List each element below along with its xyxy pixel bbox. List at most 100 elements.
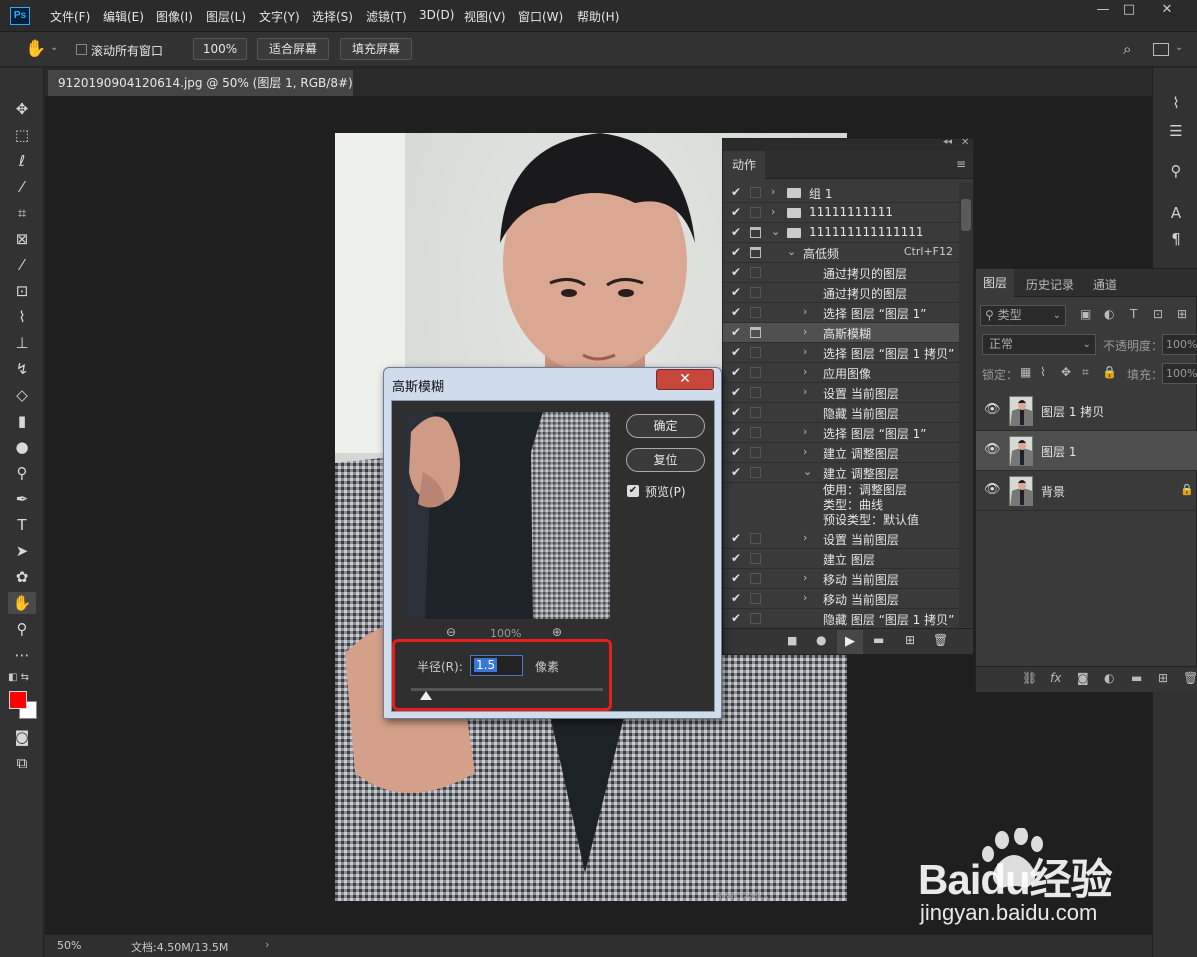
expand-toggle-icon[interactable]: › (771, 205, 775, 218)
check-icon[interactable]: ✔ (731, 285, 743, 299)
fit-screen-button[interactable]: 适合屏幕 (257, 38, 329, 60)
workspace-chevron-icon[interactable]: ⌄ (1175, 42, 1183, 53)
zoom-100-button[interactable]: 100% (193, 38, 247, 60)
lock-pixels-icon[interactable]: ⌇ (1040, 365, 1046, 379)
filter-shape-icon[interactable]: ⊡ (1153, 307, 1163, 321)
action-row[interactable]: ✔ › 高斯模糊 (723, 323, 959, 343)
menu-file[interactable]: 文件(F) (50, 8, 90, 25)
crop-tool-icon[interactable]: ⌗ (8, 202, 36, 224)
visibility-eye-icon[interactable]: 👁 (984, 482, 1001, 497)
gradient-tool-icon[interactable]: ▮ (8, 410, 36, 432)
clone-stamp-icon[interactable]: ⊥ (8, 332, 36, 354)
zoom-in-icon[interactable]: ⊕ (552, 625, 562, 639)
check-icon[interactable]: ✔ (731, 385, 743, 399)
reset-button[interactable]: 复位 (626, 448, 705, 472)
zoom-tool-icon[interactable]: ⚲ (8, 618, 36, 640)
menu-window[interactable]: 窗口(W) (518, 8, 563, 25)
check-icon[interactable]: ✔ (731, 205, 743, 219)
dialog-toggle-box[interactable] (750, 187, 761, 198)
menu-help[interactable]: 帮助(H) (577, 8, 619, 25)
action-row[interactable]: ✔ › 移动 当前图层 (723, 569, 959, 589)
dialog-toggle-box[interactable] (750, 447, 761, 458)
hand-tool-icon[interactable]: ✋ (8, 592, 36, 614)
visibility-eye-icon[interactable]: 👁 (984, 402, 1001, 417)
new-layer-icon[interactable]: ⊞ (1158, 671, 1168, 685)
dialog-toggle-box[interactable] (750, 387, 761, 398)
restore-button[interactable]: □ (1114, 2, 1144, 22)
dialog-toggle-box[interactable] (750, 367, 761, 378)
adjustments-icon[interactable]: ☰ (1164, 120, 1188, 142)
screen-mode-icon[interactable]: ⧉ (8, 752, 36, 774)
layer-name[interactable]: 图层 1 (1041, 443, 1076, 460)
fx-icon[interactable]: fx (1050, 671, 1061, 685)
play-icon[interactable]: ▶ (837, 630, 863, 654)
search-icon[interactable]: ⌕ (1123, 40, 1131, 58)
lock-position-icon[interactable]: ✥ (1061, 365, 1071, 379)
preview-checkbox[interactable]: ✔ (627, 485, 639, 497)
dialog-toggle-box[interactable] (750, 533, 761, 544)
expand-toggle-icon[interactable]: › (803, 445, 807, 458)
layer-name[interactable]: 背景 (1041, 483, 1065, 500)
menu-view[interactable]: 视图(V) (464, 8, 506, 25)
delete-layer-icon[interactable]: 🗑 (1183, 671, 1197, 685)
dialog-toggle-box[interactable] (750, 467, 761, 478)
scroll-all-checkbox[interactable] (76, 44, 87, 55)
close-window-button[interactable]: ✕ (1152, 2, 1182, 22)
tab-channels[interactable]: 通道 (1093, 276, 1117, 293)
workspace-icon[interactable] (1153, 43, 1169, 56)
expand-toggle-icon[interactable]: ⌄ (787, 245, 796, 258)
dialog-toggle-box[interactable] (750, 553, 761, 564)
action-row[interactable]: ✔ › 选择 图层 “图层 1” (723, 303, 959, 323)
dialog-toggle-box[interactable] (750, 427, 761, 438)
link-layers-icon[interactable]: ⛓ (1022, 671, 1037, 685)
dialog-toggle-box[interactable] (750, 347, 761, 358)
new-action-icon[interactable]: ⊞ (905, 633, 915, 647)
check-icon[interactable]: ✔ (731, 225, 743, 239)
blend-mode-select[interactable]: 正常 ⌄ (982, 334, 1096, 355)
check-icon[interactable]: ✔ (731, 611, 743, 625)
shape-tool-icon[interactable]: ✿ (8, 566, 36, 588)
new-set-icon[interactable]: ▬ (873, 633, 884, 647)
check-icon[interactable]: ✔ (731, 365, 743, 379)
foreground-color-swatch[interactable] (9, 691, 27, 709)
action-row[interactable]: ✔ › 选择 图层 “图层 1 拷贝” (723, 343, 959, 363)
expand-toggle-icon[interactable]: › (803, 425, 807, 438)
hand-tool-icon[interactable]: ✋ (25, 39, 46, 59)
filter-smart-object-icon[interactable]: ⊞ (1177, 307, 1187, 321)
lock-all-icon[interactable]: 🔒 (1102, 365, 1117, 379)
frame-tool-icon[interactable]: ⊠ (8, 228, 36, 250)
layer-row[interactable]: 👁 图层 1 (976, 431, 1197, 471)
new-group-icon[interactable]: ▬ (1131, 671, 1142, 685)
fill-screen-button[interactable]: 填充屏幕 (340, 38, 412, 60)
menu-3d[interactable]: 3D(D) (419, 8, 454, 22)
expand-toggle-icon[interactable]: › (803, 325, 807, 338)
close-panel-icon[interactable]: ✕ (961, 137, 969, 148)
dodge-tool-icon[interactable]: ⚲ (8, 462, 36, 484)
check-icon[interactable]: ✔ (731, 465, 743, 479)
check-icon[interactable]: ✔ (731, 405, 743, 419)
filter-adjustment-icon[interactable]: ◐ (1104, 307, 1114, 321)
expand-toggle-icon[interactable]: › (803, 365, 807, 378)
zoom-out-icon[interactable]: ⊖ (446, 625, 456, 639)
check-icon[interactable]: ✔ (731, 245, 743, 259)
panel-menu-icon[interactable]: ≡ (956, 157, 966, 171)
quick-mask-icon[interactable]: ◙ (8, 726, 36, 748)
action-row[interactable]: ✔ › 应用图像 (723, 363, 959, 383)
expand-toggle-icon[interactable]: › (803, 591, 807, 604)
check-icon[interactable]: ✔ (731, 305, 743, 319)
tab-history[interactable]: 历史记录 (1026, 276, 1074, 293)
check-icon[interactable]: ✔ (731, 551, 743, 565)
action-row[interactable]: ✔ › 组 1 (723, 183, 959, 203)
expand-toggle-icon[interactable]: ⌄ (771, 225, 780, 238)
dialog-toggle-box[interactable] (750, 573, 761, 584)
tab-actions[interactable]: 动作 (723, 151, 765, 179)
magic-wand-icon[interactable]: ⁄ (8, 176, 36, 198)
check-icon[interactable]: ✔ (731, 445, 743, 459)
action-row[interactable]: ✔ › 移动 当前图层 (723, 589, 959, 609)
action-row[interactable]: ✔ › 11111111111 (723, 203, 959, 223)
layer-filter-select[interactable]: ⚲ 类型 ⌄ (980, 305, 1066, 326)
action-row[interactable]: ✔ 通过拷贝的图层 (723, 283, 959, 303)
menu-edit[interactable]: 编辑(E) (103, 8, 144, 25)
dialog-close-button[interactable]: ✕ (656, 369, 714, 390)
lasso-tool-icon[interactable]: ℓ (8, 150, 36, 172)
